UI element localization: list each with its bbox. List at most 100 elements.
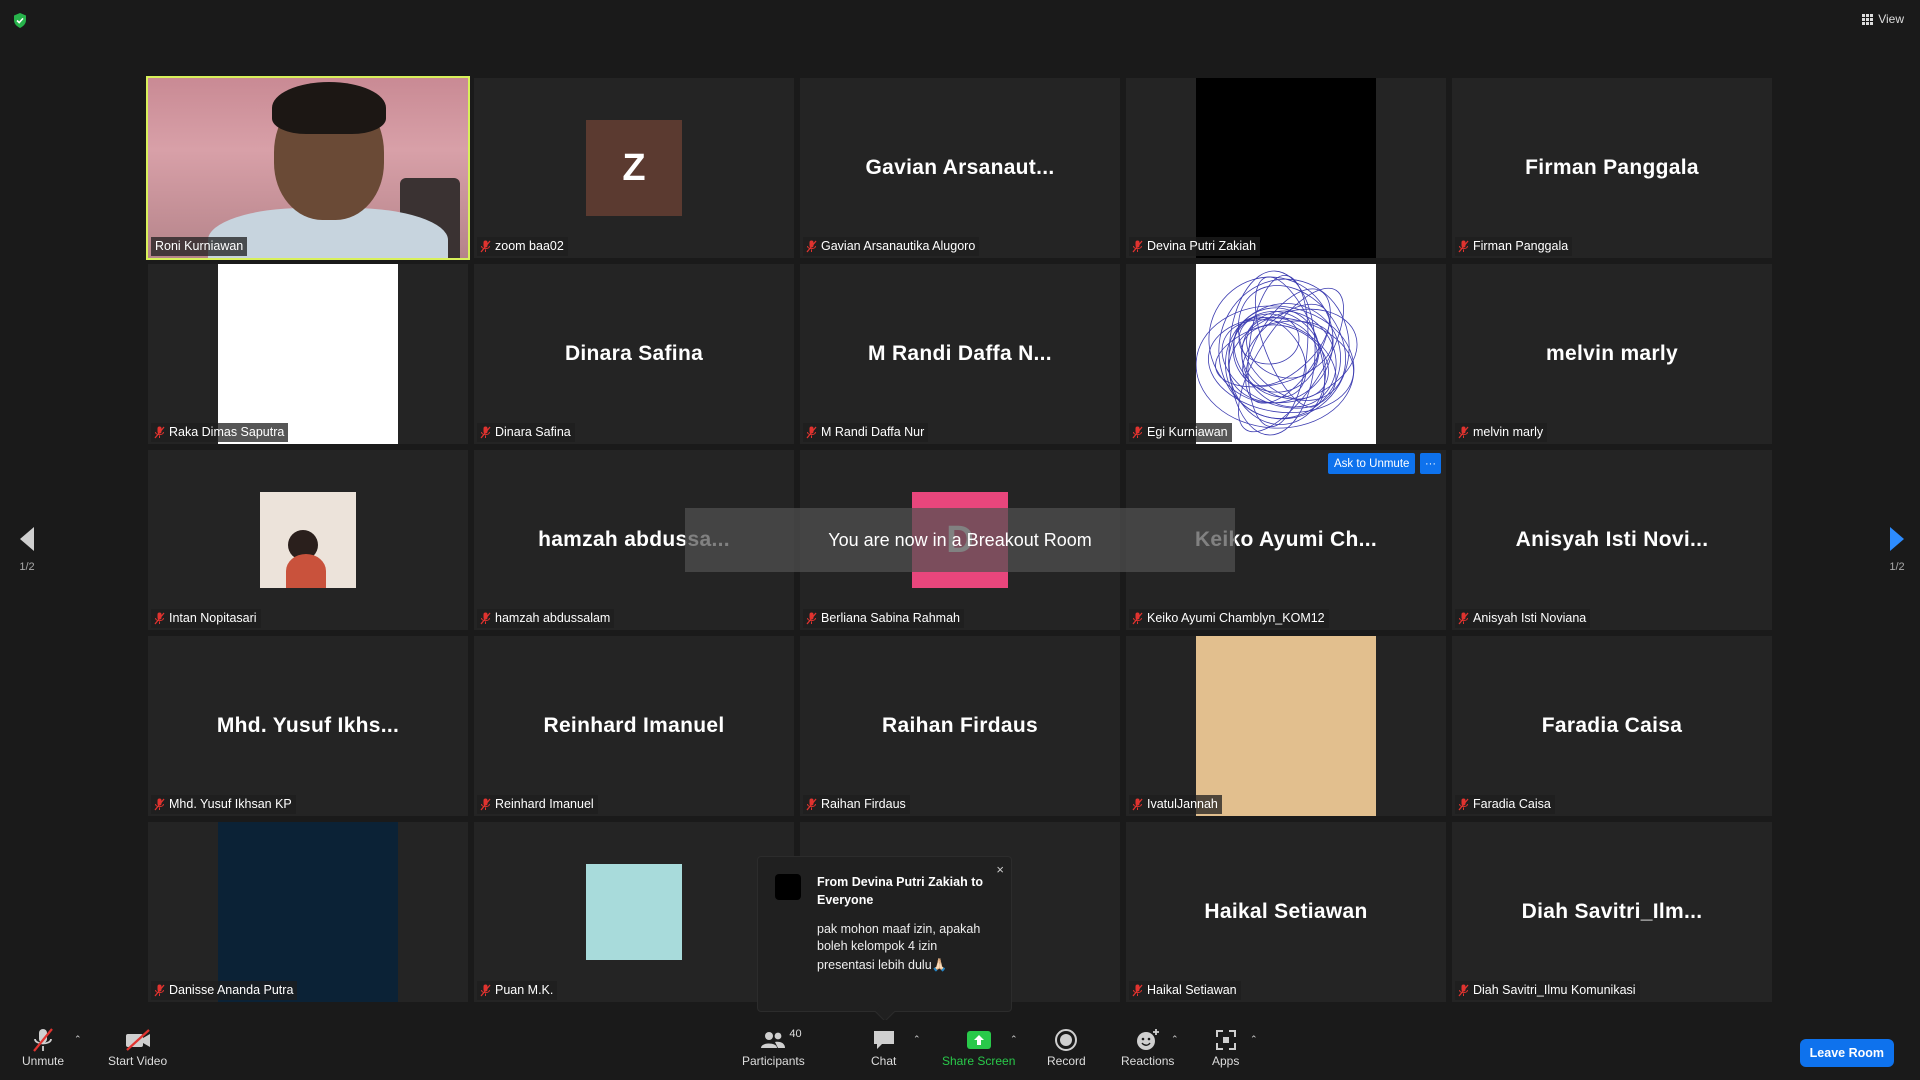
start-video-label: Start Video: [108, 1054, 168, 1068]
sender-avatar: [775, 874, 801, 900]
reactions-button[interactable]: Reactions: [1121, 1026, 1174, 1068]
participant-name-label: IvatulJannah: [1129, 795, 1222, 814]
chat-notification[interactable]: From Devina Putri Zakiah to Everyone pak…: [757, 856, 1012, 1022]
participant-profile-image: [1195, 264, 1376, 444]
participant-tile[interactable]: Egi Kurniawan: [1126, 264, 1446, 444]
participant-profile-image: [260, 492, 356, 588]
participant-display-name: Diah Savitri_Ilm...: [1521, 900, 1703, 923]
participant-name: Intan Nopitasari: [169, 611, 257, 625]
participant-name-label: Raka Dimas Saputra: [151, 423, 289, 442]
share-options-caret[interactable]: ⌃: [1010, 1034, 1018, 1045]
audio-options-caret[interactable]: ⌃: [74, 1034, 82, 1045]
participant-name: Raihan Firdaus: [821, 797, 906, 811]
participant-tile[interactable]: Intan Nopitasari: [148, 450, 468, 630]
participant-tile[interactable]: M Randi Daffa N... M Randi Daffa Nur: [800, 264, 1120, 444]
participant-tile[interactable]: IvatulJannah: [1126, 636, 1446, 816]
participant-name-label: Mhd. Yusuf Ikhsan KP: [151, 795, 296, 814]
participant-display-name: Raihan Firdaus: [882, 714, 1038, 737]
record-label: Record: [1047, 1054, 1086, 1068]
participant-name-label: Raihan Firdaus: [803, 795, 910, 814]
participants-button[interactable]: 40 Participants: [742, 1026, 805, 1068]
leave-room-button[interactable]: Leave Room: [1799, 1039, 1894, 1067]
chat-message-line-1: pak mohon maaf izin, apakah boleh kelomp…: [817, 922, 981, 953]
breakout-room-notice: You are now in a Breakout Room: [685, 508, 1235, 572]
apps-options-caret[interactable]: ⌃: [1250, 1034, 1258, 1045]
view-button[interactable]: View: [1862, 12, 1904, 26]
microphone-muted-icon: [33, 1028, 53, 1052]
page-indicator-right: 1/2: [1889, 561, 1905, 573]
chat-bubble-icon: [873, 1031, 894, 1049]
next-page-button[interactable]: 1/2: [1888, 525, 1906, 573]
grid-view-icon: [1862, 13, 1874, 25]
microphone-muted-icon: [1132, 612, 1143, 625]
microphone-muted-icon: [1132, 798, 1143, 811]
microphone-muted-icon: [480, 798, 491, 811]
camera-off-icon: [125, 1029, 150, 1051]
participant-display-name: Firman Panggala: [1525, 156, 1699, 179]
unmute-button[interactable]: Unmute: [22, 1026, 64, 1068]
participant-name-label: Keiko Ayumi Chamblyn_KOM12: [1129, 609, 1329, 628]
participant-tile[interactable]: Reinhard Imanuel Reinhard Imanuel: [474, 636, 794, 816]
participant-tile[interactable]: Firman Panggala Firman Panggala: [1452, 78, 1772, 258]
participant-tile[interactable]: Raihan Firdaus Raihan Firdaus: [800, 636, 1120, 816]
zoom-meeting-window: View 1/2 1/2 Roni Kurniawan Zzoom baa02 Ga…: [0, 0, 1920, 1080]
participant-profile-image: [1196, 78, 1376, 258]
participant-tile[interactable]: Dinara Safina Dinara Safina: [474, 264, 794, 444]
microphone-muted-icon: [1458, 240, 1469, 253]
participant-name-label: Intan Nopitasari: [151, 609, 261, 628]
participant-name-label: melvin marly: [1455, 423, 1548, 442]
share-screen-button[interactable]: Share Screen: [942, 1026, 1015, 1068]
participant-name: Reinhard Imanuel: [495, 797, 594, 811]
participants-icon: [761, 1032, 786, 1048]
participant-name: Egi Kurniawan: [1147, 425, 1228, 439]
page-indicator-left: 1/2: [19, 561, 35, 573]
participant-tile[interactable]: Haikal Setiawan Haikal Setiawan: [1126, 822, 1446, 1002]
participant-name: Devina Putri Zakiah: [1147, 239, 1257, 253]
participant-name: M Randi Daffa Nur: [821, 425, 925, 439]
participant-name: Haikal Setiawan: [1147, 983, 1237, 997]
participant-name: Raka Dimas Saputra: [169, 425, 285, 439]
participant-name-label: Anisyah Isti Noviana: [1455, 609, 1591, 628]
participant-display-name: melvin marly: [1546, 342, 1678, 365]
microphone-muted-icon: [1458, 984, 1469, 997]
start-video-button[interactable]: Start Video: [108, 1026, 167, 1068]
shield-check-icon[interactable]: [13, 13, 27, 28]
unmute-label: Unmute: [22, 1054, 65, 1068]
participant-tile[interactable]: Mhd. Yusuf Ikhs... Mhd. Yusuf Ikhsan KP: [148, 636, 468, 816]
previous-page-button[interactable]: 1/2: [18, 525, 36, 573]
reactions-options-caret[interactable]: ⌃: [1171, 1034, 1179, 1045]
participant-name-label: Faradia Caisa: [1455, 795, 1555, 814]
chat-options-caret[interactable]: ⌃: [913, 1034, 921, 1045]
participant-tile[interactable]: Devina Putri Zakiah: [1126, 78, 1446, 258]
ask-to-unmute-button[interactable]: Ask to Unmute: [1328, 453, 1416, 474]
microphone-muted-icon: [1132, 240, 1143, 253]
participant-tile[interactable]: Danisse Ananda Putra: [148, 822, 468, 1002]
smiley-plus-icon: [1136, 1029, 1159, 1050]
close-icon[interactable]: ×: [996, 862, 1004, 877]
top-bar: View: [0, 0, 1920, 40]
participant-display-name: Haikal Setiawan: [1204, 900, 1368, 923]
participant-tile[interactable]: Gavian Arsanaut... Gavian Arsanautika Alu…: [800, 78, 1120, 258]
participant-tile[interactable]: Zzoom baa02: [474, 78, 794, 258]
participant-tile[interactable]: Raka Dimas Saputra: [148, 264, 468, 444]
microphone-muted-icon: [1132, 426, 1143, 439]
participant-tile[interactable]: Faradia Caisa Faradia Caisa: [1452, 636, 1772, 816]
participant-tile[interactable]: Anisyah Isti Novi... Anisyah Isti Noviana: [1452, 450, 1772, 630]
participant-name: IvatulJannah: [1147, 797, 1218, 811]
participant-tile[interactable]: Diah Savitri_Ilm... Diah Savitri_Ilmu Kom…: [1452, 822, 1772, 1002]
participant-tile[interactable]: melvin marly melvin marly: [1452, 264, 1772, 444]
more-options-button[interactable]: ···: [1420, 453, 1441, 474]
participant-name: melvin marly: [1473, 425, 1544, 439]
participant-tile[interactable]: Roni Kurniawan: [146, 76, 470, 260]
record-button[interactable]: Record: [1047, 1026, 1086, 1068]
participant-name: Firman Panggala: [1473, 239, 1569, 253]
participant-name-label: Firman Panggala: [1455, 237, 1573, 256]
participants-label: Participants: [742, 1054, 805, 1068]
apps-button[interactable]: Apps: [1212, 1026, 1239, 1068]
chat-button[interactable]: Chat: [871, 1026, 896, 1068]
participant-name: Diah Savitri_Ilmu Komunikasi: [1473, 983, 1636, 997]
participant-tile[interactable]: Puan M.K.: [474, 822, 794, 1002]
participant-name-label: Danisse Ananda Putra: [151, 981, 298, 1000]
microphone-muted-icon: [154, 984, 165, 997]
participant-name: Keiko Ayumi Chamblyn_KOM12: [1147, 611, 1325, 625]
